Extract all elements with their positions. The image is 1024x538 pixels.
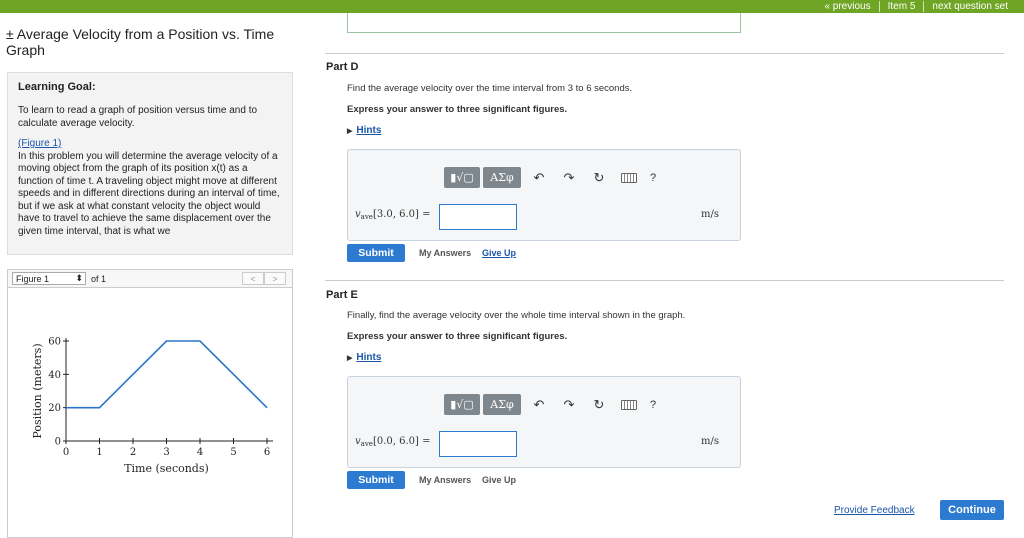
part-d-question: Find the average velocity over the time … [347,83,633,94]
figure-select[interactable]: Figure 1 ⬍ [12,272,86,285]
y-tick-label: 60 [48,337,61,348]
part-d-variable-label: vave[3.0, 6.0] = [355,209,431,221]
previous-figure-button[interactable]: < [242,272,264,285]
part-d-submit-button[interactable]: Submit [347,244,405,262]
reset-icon[interactable]: ↻ [584,170,614,186]
next-question-set-link[interactable]: next question set [924,0,1016,13]
part-e-label: Part E [326,289,358,301]
undo-icon[interactable]: ↶ [524,397,554,413]
problem-title: ± Average Velocity from a Position vs. T… [6,26,275,58]
part-e-hints[interactable]: ▶ Hints [347,352,381,363]
part-e-submit-button[interactable]: Submit [347,471,405,489]
redo-icon[interactable]: ↷ [554,397,584,413]
continue-button[interactable]: Continue [940,500,1004,520]
x-tick-label: 2 [130,447,136,458]
x-tick-label: 1 [96,447,102,458]
triangle-right-icon: ▶ [347,128,353,135]
part-e-answer-box: ▮√▢ ΑΣφ ↶ ↷ ↻ ? vave[0.0, 6.0] = m/s [347,376,741,468]
x-tick-label: 0 [63,447,69,458]
problem-panel: ± Average Velocity from a Position vs. T… [0,13,294,538]
parts-panel: Part D Find the average velocity over th… [325,13,1024,525]
part-d-answer-input[interactable] [439,204,517,230]
figure-select-value: Figure 1 [16,273,50,284]
keyboard-icon[interactable] [621,172,637,183]
position-time-graph: 0 1 2 3 4 5 60204060Time (seconds)Position (me… [31,337,273,475]
redo-icon[interactable]: ↷ [554,170,584,186]
part-d-instruction: Express your answer to three significant… [347,104,568,115]
keyboard-icon[interactable] [621,399,637,410]
figure-1-link[interactable]: (Figure 1) [18,138,61,149]
part-e-variable-label: vave[0.0, 6.0] = [355,436,431,448]
figure-navigator: Figure 1 ⬍ of 1 < > [7,269,293,287]
learning-goal-text: To learn to read a graph of position ver… [18,105,258,129]
part-e-my-answers[interactable]: My Answers [419,475,471,485]
part-e-question: Finally, find the average velocity over … [347,310,686,321]
y-tick-label: 40 [48,370,61,381]
next-figure-button[interactable]: > [264,272,286,285]
divider [325,53,1004,54]
reset-icon[interactable]: ↻ [584,397,614,413]
y-tick-label: 20 [48,403,61,414]
x-tick-label: 4 [197,447,203,458]
triangle-right-icon: ▶ [347,355,353,362]
problem-intro-text: In this problem you will determine the a… [18,150,280,237]
undo-icon[interactable]: ↶ [524,170,554,186]
position-series-line [66,340,268,409]
symbols-button[interactable]: ΑΣφ [483,394,521,415]
figure-panel: 0 1 2 3 4 5 6 0 20 40 60 Time (seconds) Position (me… [7,287,293,538]
math-toolbar: ▮√▢ ΑΣφ ↶ ↷ ↻ ? [444,167,656,188]
learning-goal-box[interactable]: Learning Goal: To learn to read a graph … [7,72,293,255]
part-e-instruction: Express your answer to three significant… [347,331,568,342]
part-d-hints[interactable]: ▶ Hints [347,125,381,136]
part-d-my-answers[interactable]: My Answers [419,248,471,258]
help-icon[interactable]: ? [650,399,656,411]
divider [325,280,1004,281]
templates-button[interactable]: ▮√▢ [444,167,480,188]
part-d-unit: m/s [701,209,719,220]
part-e-give-up[interactable]: Give Up [482,475,516,485]
item-indicator[interactable]: Item 5 [880,0,924,13]
y-axis-label: Position (meters) [31,343,44,438]
symbols-button[interactable]: ΑΣφ [483,167,521,188]
learning-goal-heading: Learning Goal: [18,81,96,93]
figure-count: of 1 [91,273,107,284]
top-nav-bar: « previous Item 5 next question set [0,0,1024,13]
x-axis-label: Time (seconds) [124,462,209,475]
x-tick-label: 3 [163,447,169,458]
part-d-answer-box: ▮√▢ ΑΣφ ↶ ↷ ↻ ? vave[3.0, 6.0] = m/s [347,149,741,241]
provide-feedback-link[interactable]: Provide Feedback [834,505,915,516]
help-icon[interactable]: ? [650,172,656,184]
previous-link[interactable]: « previous [816,0,878,13]
x-tick-label: 5 [230,447,236,458]
part-d-give-up[interactable]: Give Up [482,248,516,258]
part-e-unit: m/s [701,436,719,447]
part-e-answer-input[interactable] [439,431,517,457]
select-arrows-icon: ⬍ [75,273,83,283]
previous-part-answer-box [347,13,741,33]
templates-button[interactable]: ▮√▢ [444,394,480,415]
part-d-label: Part D [326,61,359,73]
y-tick-label: 0 [55,437,61,448]
x-tick-label: 6 [264,447,270,458]
math-toolbar: ▮√▢ ΑΣφ ↶ ↷ ↻ ? [444,394,656,415]
